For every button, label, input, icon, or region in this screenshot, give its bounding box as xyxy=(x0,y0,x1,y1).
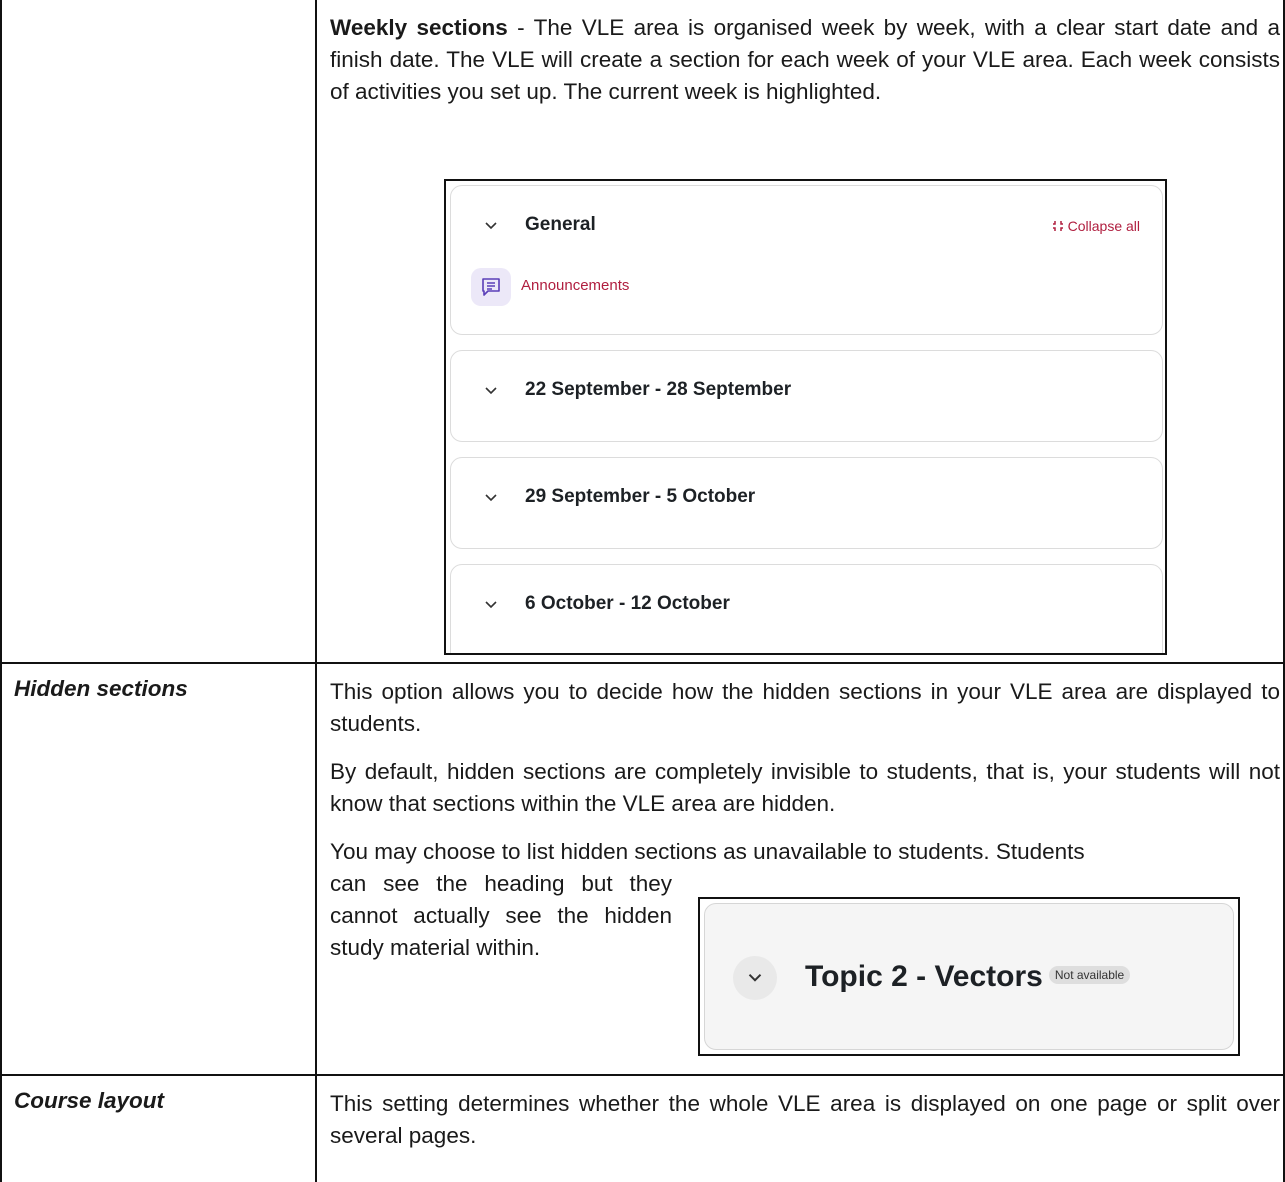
hidden-sections-p3-line: You may choose to list hidden sections a… xyxy=(330,839,1085,864)
weekly-sections-screenshot: General Collapse all Announcements 22 Se… xyxy=(444,179,1167,655)
weekly-sections-term: Weekly sections xyxy=(330,15,508,40)
chevron-down-icon xyxy=(485,601,497,609)
hidden-sections-p1: This option allows you to decide how the… xyxy=(330,679,1280,736)
table-column-divider xyxy=(315,0,317,1182)
section-card-general: General Collapse all Announcements xyxy=(450,185,1163,335)
topic-title: Topic 2 - Vectors Not available xyxy=(805,960,1131,994)
section-card-week-1[interactable]: 22 September - 28 September xyxy=(450,350,1163,442)
table-border-left xyxy=(0,0,2,1182)
chevron-down-icon xyxy=(485,387,497,395)
topic-section-card[interactable]: Topic 2 - Vectors Not available xyxy=(704,903,1234,1050)
chevron-down-icon xyxy=(485,494,497,502)
course-layout-label: Course layout xyxy=(14,1088,165,1113)
chevron-down-icon[interactable] xyxy=(733,956,777,1000)
forum-icon xyxy=(471,268,511,306)
hidden-sections-label: Hidden sections xyxy=(14,676,188,701)
settings-table: Weekly sections - The VLE area is organi… xyxy=(0,0,1285,1182)
topic-unavailable-screenshot: Topic 2 - Vectors Not available xyxy=(698,897,1240,1056)
hidden-sections-p3-rest: can see the heading but they cannot actu… xyxy=(330,871,672,960)
section-title: 22 September - 28 September xyxy=(525,379,792,400)
collapse-icon xyxy=(1052,221,1063,231)
not-available-badge: Not available xyxy=(1048,966,1131,985)
announcements-link[interactable]: Announcements xyxy=(521,277,629,294)
section-title: General xyxy=(525,214,596,235)
weekly-sections-description: Weekly sections - The VLE area is organi… xyxy=(330,15,1280,104)
section-card-week-3[interactable]: 6 October - 12 October xyxy=(450,564,1163,653)
chevron-down-icon xyxy=(485,222,497,230)
course-layout-description: This setting determines whether the whol… xyxy=(330,1091,1280,1148)
section-title: 29 September - 5 October xyxy=(525,486,756,507)
collapse-all-link[interactable]: Collapse all xyxy=(1052,218,1140,234)
row-divider-hidden xyxy=(0,662,1285,664)
hidden-sections-p2: By default, hidden sections are complete… xyxy=(330,759,1280,816)
section-title: 6 October - 12 October xyxy=(525,593,730,614)
row-divider-layout xyxy=(0,1074,1285,1076)
section-card-week-2[interactable]: 29 September - 5 October xyxy=(450,457,1163,549)
